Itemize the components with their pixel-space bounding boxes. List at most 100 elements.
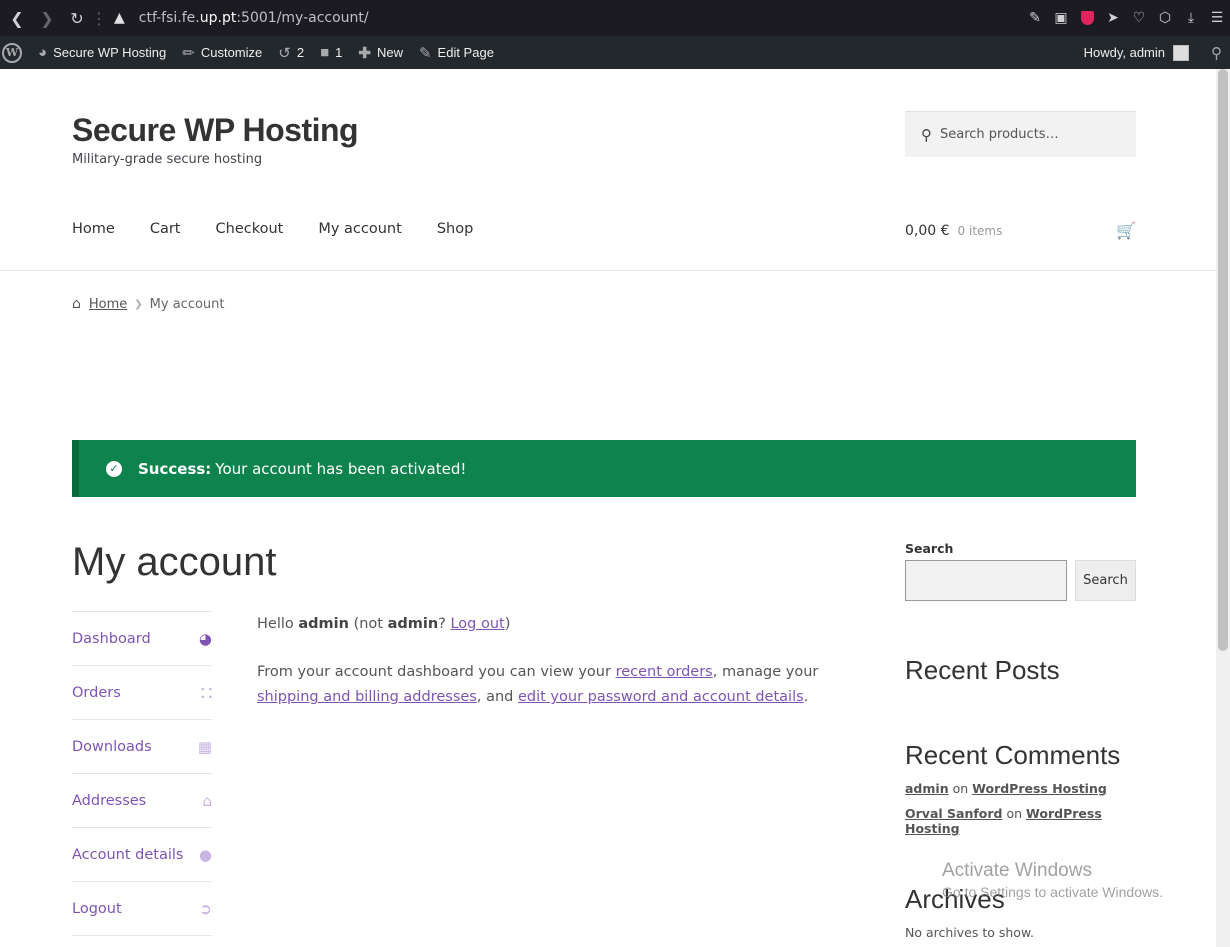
account-nav-label: Addresses [72, 792, 147, 809]
wordpress-icon: W [2, 42, 22, 63]
basket-icon: ⛚ [201, 683, 212, 702]
sidebar-search-button[interactable]: Search [1075, 560, 1136, 601]
heart-icon[interactable]: ♡ [1126, 0, 1152, 36]
account-nav-account-details[interactable]: Account details ● [72, 828, 212, 882]
home-icon: ⌂ [72, 296, 81, 312]
howdy-label: Howdy, admin [1083, 45, 1165, 60]
watermark-title: Activate Windows [942, 860, 1092, 881]
edit-screenshot-icon[interactable]: ✎ [1022, 0, 1048, 36]
account-nav-downloads[interactable]: Downloads ▦ [72, 720, 212, 774]
account-nav-orders[interactable]: Orders ⛚ [72, 666, 212, 720]
admin-bar-account[interactable]: Howdy, admin [1076, 36, 1197, 69]
admin-bar-edit-page[interactable]: ✎ Edit Page [411, 36, 502, 69]
close-paren: ) [504, 616, 511, 632]
url-suffix: :5001/my-account/ [236, 10, 369, 26]
updates-count: 2 [296, 45, 305, 60]
address-bar[interactable]: ▲ ctf-fsi.fe.up.pt:5001/my-account/ [114, 10, 369, 26]
logout-link[interactable]: Log out [450, 616, 504, 632]
primary-navigation: Home Cart Checkout My account Shop [72, 221, 473, 237]
site-description: Military-grade secure hosting [72, 152, 263, 167]
search-icon: ⚲ [921, 125, 932, 144]
header-divider [0, 270, 1216, 271]
breadcrumb-home-link[interactable]: Home [89, 297, 127, 312]
archives-empty-text: No archives to show. [905, 925, 1034, 940]
account-nav-label: Orders [72, 684, 121, 701]
send-icon[interactable]: ➤ [1100, 0, 1126, 36]
file-icon: ▦ [197, 737, 212, 756]
avatar [1173, 44, 1189, 61]
nav-item-my-account[interactable]: My account [318, 221, 401, 237]
wp-logo-menu[interactable]: W [0, 36, 30, 69]
sidebar: Search Search Recent Posts Recent Commen… [905, 541, 1136, 940]
admin-bar-new[interactable]: ✚ New [350, 36, 411, 69]
cube-icon[interactable]: ⬡ [1152, 0, 1178, 36]
site-title[interactable]: Secure WP Hosting [72, 112, 359, 149]
scrollbar-thumb[interactable] [1218, 69, 1228, 651]
shield-extension-icon[interactable] [1074, 0, 1100, 36]
url-prefix: ctf-fsi.fe. [138, 10, 200, 26]
hello-paragraph: Hello admin (not admin? Log out) [257, 612, 867, 637]
plus-icon: ✚ [358, 44, 371, 62]
sign-out-icon: ➲ [199, 899, 212, 918]
comment-on-text: on [952, 781, 969, 796]
comment-post-link[interactable]: WordPress Hosting [972, 781, 1107, 796]
addresses-link[interactable]: shipping and billing addresses [257, 689, 477, 705]
comment-author-link[interactable]: admin [905, 781, 949, 796]
brush-icon: ✏ [182, 44, 195, 62]
account-nav-label: Account details [72, 846, 184, 863]
account-nav-addresses[interactable]: Addresses ⌂ [72, 774, 212, 828]
nav-item-checkout[interactable]: Checkout [216, 221, 284, 237]
new-label: New [376, 45, 403, 60]
username: admin [298, 616, 349, 632]
watermark-subtitle: Go to Settings to activate Windows. [942, 884, 1163, 900]
admin-bar-customize[interactable]: ✏ Customize [174, 36, 270, 69]
page-scrollbar[interactable] [1216, 69, 1230, 947]
gauge-icon: ◕ [198, 629, 212, 648]
account-nav-label: Downloads [72, 738, 152, 755]
admin-bar-site-name[interactable]: ◕ Secure WP Hosting [30, 36, 174, 69]
account-nav-dashboard[interactable]: Dashboard ◕ [72, 612, 212, 666]
home-icon: ⌂ [202, 791, 212, 810]
comment-author-link[interactable]: Orval Sanford [905, 806, 1003, 821]
intro-text: , manage your [712, 664, 819, 680]
admin-bar-updates[interactable]: ↺ 2 [270, 36, 312, 69]
user-icon: ● [198, 845, 212, 864]
nav-item-home[interactable]: Home [72, 221, 115, 237]
camera-icon[interactable]: ▣ [1048, 0, 1074, 36]
updates-icon: ↺ [278, 44, 291, 62]
header-cart[interactable]: 0,00 € 0 items 🛒 [905, 221, 1136, 240]
comments-count: 1 [335, 45, 343, 60]
recent-orders-link[interactable]: recent orders [616, 664, 713, 680]
edit-page-label: Edit Page [437, 45, 494, 60]
username-repeat: admin [387, 616, 439, 632]
recent-posts-title: Recent Posts [905, 655, 1060, 685]
list-item: admin on WordPress Hosting [905, 781, 1136, 796]
reload-icon[interactable]: ↻ [62, 0, 92, 36]
browser-toolbar: ❮ ❯ ↻ ⋮ ▲ ctf-fsi.fe.up.pt:5001/my-accou… [0, 0, 1230, 36]
nav-item-shop[interactable]: Shop [437, 221, 473, 237]
download-icon[interactable]: ⤓ [1178, 0, 1204, 36]
breadcrumb-separator-icon: ❯ [134, 298, 143, 310]
account-nav-label: Dashboard [72, 630, 151, 647]
intro-text: From your account dashboard you can view… [257, 664, 611, 680]
account-nav-logout[interactable]: Logout ➲ [72, 882, 212, 936]
menu-icon[interactable]: ☰ [1204, 0, 1230, 36]
nav-item-cart[interactable]: Cart [150, 221, 181, 237]
notice-message: Your account has been activated! [215, 459, 467, 478]
comment-on-text: on [1006, 806, 1023, 821]
back-icon[interactable]: ❮ [2, 0, 32, 36]
dashboard-intro-paragraph: From your account dashboard you can view… [257, 660, 867, 710]
account-details-link[interactable]: edit your password and account details [518, 689, 804, 705]
insecure-warning-icon[interactable]: ▲ [114, 10, 125, 26]
url-text: ctf-fsi.fe.up.pt:5001/my-account/ [139, 10, 369, 26]
sidebar-search-input[interactable] [905, 560, 1067, 601]
admin-bar-comments[interactable]: ■ 1 [312, 36, 350, 69]
list-item: Orval Sanford on WordPress Hosting [905, 806, 1136, 836]
product-search-input[interactable]: ⚲ Search products… [905, 111, 1136, 157]
sidebar-search-label: Search [905, 541, 954, 556]
check-circle-icon: ✓ [106, 460, 122, 477]
url-host: up.pt [199, 10, 237, 26]
forward-icon[interactable]: ❯ [32, 0, 62, 36]
admin-bar-search-icon[interactable]: ⚲ [1197, 44, 1230, 62]
comment-bubble-icon: ■ [320, 44, 330, 61]
